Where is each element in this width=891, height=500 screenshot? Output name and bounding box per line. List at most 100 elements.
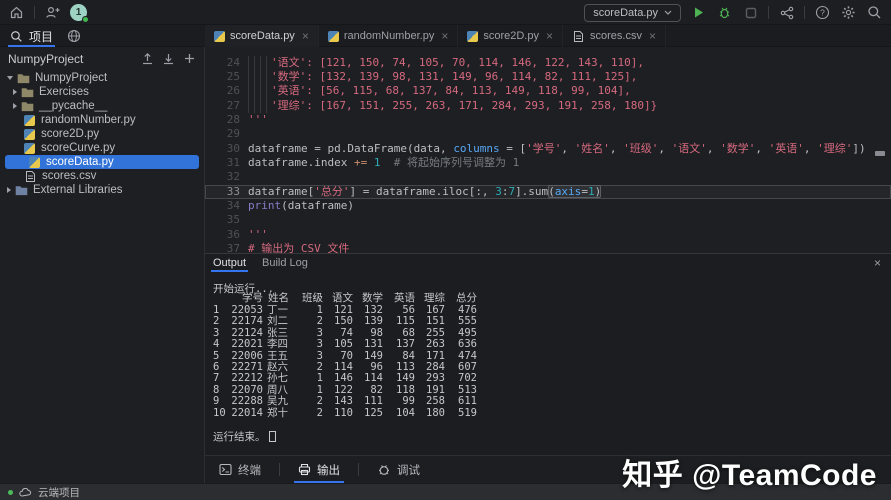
editor-tab-scoreData.py[interactable]: scoreData.py × [205, 25, 319, 47]
close-tab-icon[interactable]: × [649, 30, 656, 42]
share-button[interactable] [778, 4, 795, 21]
code-line-27[interactable]: 27 '理综': [167, 151, 255, 263, 171, 284, 2… [205, 98, 891, 113]
tree-item-scores.csv[interactable]: scores.csv [0, 169, 204, 183]
svg-text:?: ? [820, 7, 825, 17]
console[interactable]: 开始运行... 学号 姓名 班级 语文 数学 英语 理综 总分 1 22053 丁一 1 121 132 56… [205, 254, 891, 456]
project-panel: NumpyProject NumpyProject Exercises __pyca… [0, 47, 205, 455]
code-line-24[interactable]: 24 '语文': [121, 150, 74, 105, 70, 114, 146… [205, 55, 891, 70]
indent-guides [248, 84, 271, 99]
add-icon[interactable] [183, 52, 196, 65]
search-icon [868, 6, 881, 19]
editor-tab-randomNumber.py[interactable]: randomNumber.py × [319, 25, 459, 47]
home-button[interactable] [8, 4, 25, 21]
tree-item-randomNumber.py[interactable]: randomNumber.py [0, 113, 204, 127]
code-line-32[interactable]: 32 [205, 170, 891, 184]
code-segment: ) [594, 184, 602, 198]
run-button[interactable] [690, 4, 707, 21]
code-line-37[interactable]: 37 # 输出为 CSV 文件 [205, 242, 891, 253]
tree-item-NumpyProject[interactable]: NumpyProject [0, 71, 204, 85]
code-line-25[interactable]: 25 '数学': [132, 139, 98, 131, 149, 96, 114… [205, 69, 891, 85]
cloud-icon [19, 487, 32, 497]
chevron-right-icon[interactable] [7, 187, 11, 193]
code-line-36[interactable]: 36 ''' [205, 228, 891, 242]
folder-icon [17, 72, 30, 85]
code-text: '语文': [121, 150, 74, 105, 70, 114, 146, … [248, 55, 644, 70]
editor-tab-score2D.py[interactable]: score2D.py × [458, 25, 563, 47]
upload-icon[interactable] [141, 52, 154, 65]
console-cell: 2 [316, 395, 323, 408]
line-number: 33 [226, 184, 240, 198]
close-tab-icon[interactable]: × [546, 30, 553, 42]
cloud-project-label[interactable]: 云端项目 [38, 485, 80, 500]
code-line-31[interactable]: 31 dataframe.index += 1 # 将起始序列号调整为 1 [205, 156, 891, 170]
code-line-35[interactable]: 35 [205, 213, 891, 227]
code-line-34[interactable]: 34 print(dataframe) [205, 199, 891, 213]
help-button[interactable]: ? [814, 4, 831, 21]
tree-item-__pycache__[interactable]: __pycache__ [0, 99, 204, 113]
scrollbar-marker[interactable] [875, 151, 885, 156]
code-segment: '语文': [121, 150, 74, 105, 70, 114, 146, … [271, 55, 644, 69]
line-number: 28 [226, 112, 240, 126]
editor-tab-scores.csv[interactable]: scores.csv × [563, 25, 666, 47]
search-everywhere-button[interactable] [866, 4, 883, 21]
console-cell: 10 [213, 406, 226, 419]
avatar-badge: 1 [75, 7, 82, 18]
tab-build-log[interactable]: Build Log [262, 254, 308, 272]
close-tab-icon[interactable]: × [302, 30, 309, 42]
debug-button[interactable] [716, 4, 733, 21]
tab-output[interactable]: Output [210, 254, 249, 272]
code-line-33[interactable]: 33 dataframe['总分'] = dataframe.iloc[:, 3:… [205, 184, 891, 199]
code-line-30[interactable]: 30 dataframe = pd.DataFrame(data, columns… [205, 142, 891, 156]
tree-item-scoreData.py[interactable]: scoreData.py [5, 155, 199, 169]
tree-item-scoreCurve.py[interactable]: scoreCurve.py [0, 141, 204, 155]
stop-button[interactable] [742, 4, 759, 21]
folder-icon [21, 100, 34, 113]
tool-debug[interactable]: 调试 [373, 456, 424, 484]
sync-status-dot [8, 489, 13, 495]
sidebar-fill [0, 455, 205, 483]
code-line-26[interactable]: 26 '英语': [56, 115, 68, 137, 84, 113, 149,… [205, 84, 891, 99]
chevron-right-icon[interactable] [13, 103, 17, 109]
console-cell: 258 [426, 395, 445, 408]
chevron-right-icon[interactable] [13, 89, 17, 95]
tree-item-Exercises[interactable]: Exercises [0, 85, 204, 99]
run-configuration-select[interactable]: scoreData.py [584, 3, 681, 22]
globe-button[interactable] [65, 28, 82, 45]
editor-tab-label: scoreData.py [230, 30, 295, 42]
code-text: print(dataframe) [248, 199, 354, 213]
code-segment: # 将起始序列号调整为 1 [380, 155, 520, 169]
chevron-down-icon[interactable] [7, 76, 13, 80]
close-tab-icon[interactable]: × [441, 30, 448, 42]
code-segment: ( [548, 184, 555, 198]
code-editor[interactable]: 24 '语文': [121, 150, 74, 105, 70, 114, 146… [205, 47, 891, 253]
code-segment: , [706, 141, 721, 155]
project-panel-title: NumpyProject [8, 51, 84, 66]
code-text: ''' [248, 228, 268, 242]
code-segment: '姓名' [574, 141, 610, 155]
console-cell: 9 [213, 395, 220, 408]
indent-guides [248, 98, 271, 113]
add-user-button[interactable] [44, 4, 61, 21]
console-cell: 99 [402, 395, 415, 408]
code-line-29[interactable]: 29 [205, 127, 891, 141]
toolbar-divider [358, 463, 359, 476]
console-cell: 吴九 [267, 395, 288, 408]
play-icon [695, 7, 703, 18]
tree-item-label: __pycache__ [39, 100, 108, 112]
close-output-icon[interactable]: × [874, 256, 881, 270]
console-row: 5 22006 王五 3 70 149 84 171 474 [205, 350, 891, 362]
code-segment: dataframe.index [248, 155, 354, 169]
tree-item-External Libraries[interactable]: External Libraries [0, 183, 204, 197]
console-cell: 李四 [267, 338, 288, 351]
settings-button[interactable] [840, 4, 857, 21]
code-segment: '理综' [817, 141, 853, 155]
user-avatar[interactable]: 1 [70, 4, 89, 23]
code-segment: (dataframe) [281, 199, 354, 212]
tool-terminal[interactable]: 终端 [215, 456, 265, 484]
tool-output[interactable]: 输出 [294, 456, 344, 484]
tree-item-score2D.py[interactable]: score2D.py [0, 127, 204, 141]
code-line-28[interactable]: 28 ''' [205, 113, 891, 127]
download-icon[interactable] [162, 52, 175, 65]
tab-project[interactable]: 项目 [8, 25, 56, 47]
indent-guides [248, 55, 271, 70]
